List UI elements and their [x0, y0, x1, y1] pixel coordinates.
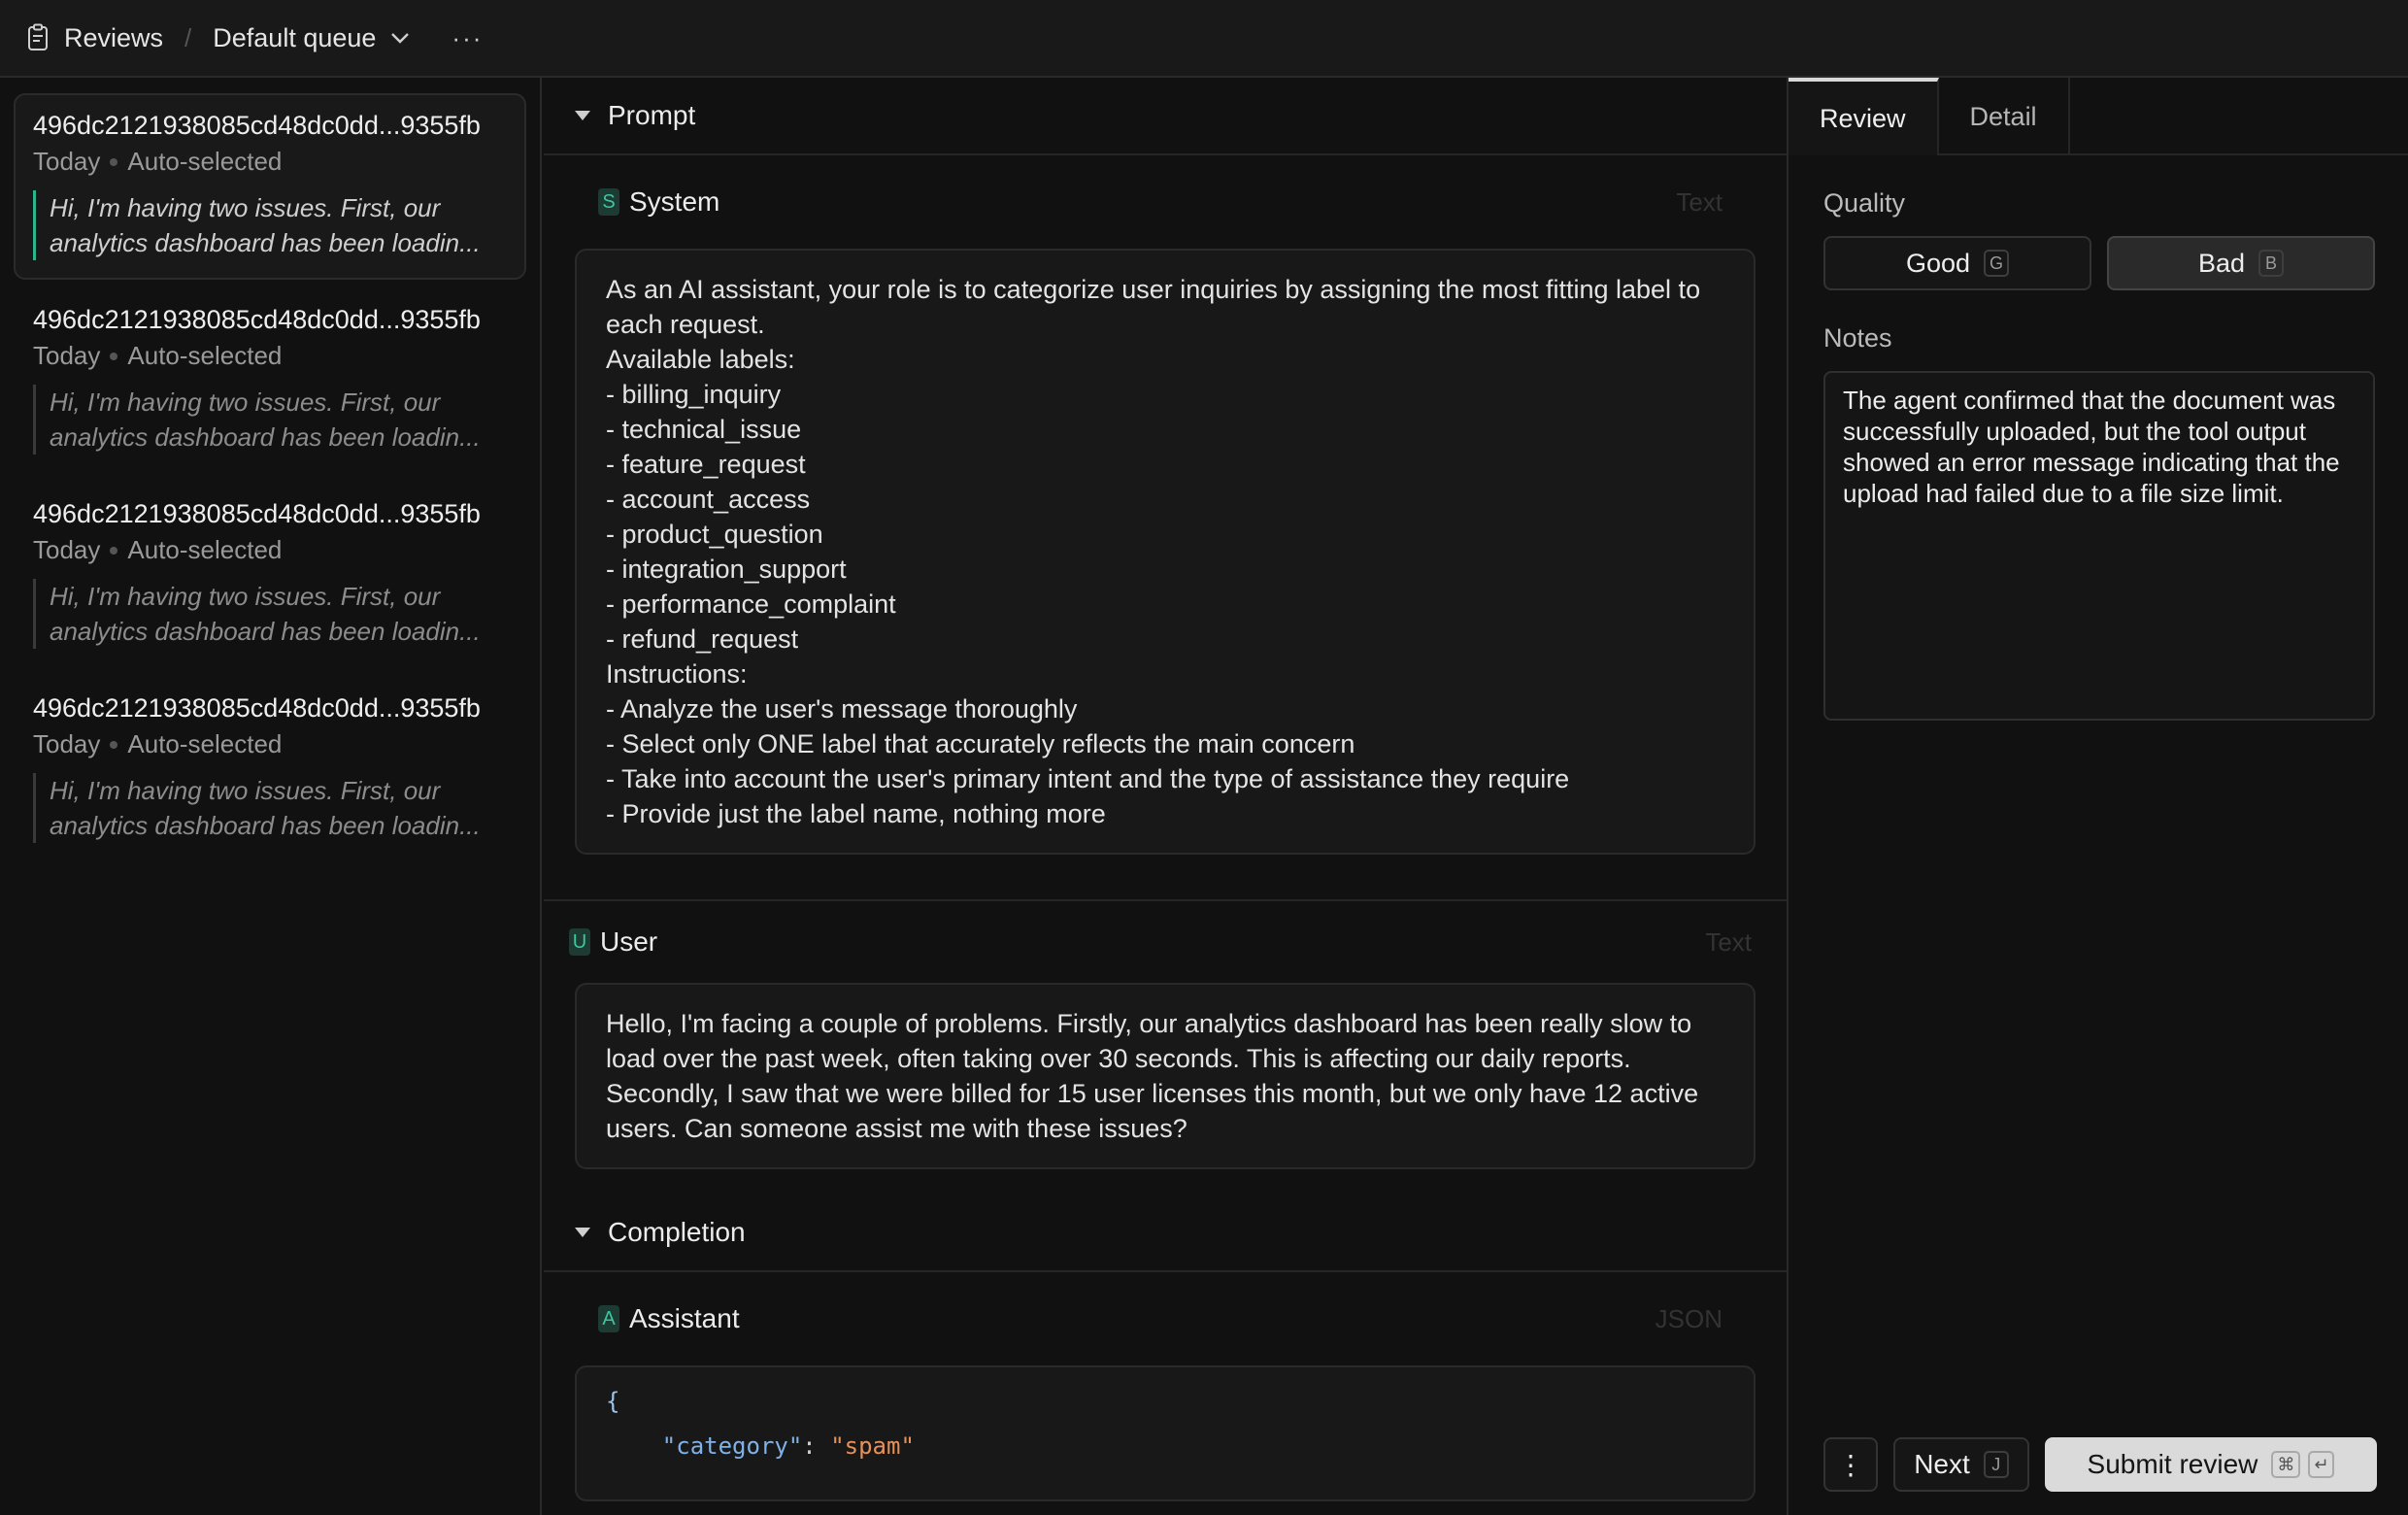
prompt-title: Prompt	[608, 100, 696, 130]
list-item-meta: Today Auto-selected	[33, 341, 507, 371]
tab-detail[interactable]: Detail	[1939, 78, 2070, 155]
list-item-id: 496dc2121938085cd48dc0dd...9355fb	[33, 305, 481, 334]
list-item-status: Auto-selected	[127, 729, 283, 758]
list-item-date: Today	[33, 147, 101, 176]
shortcut-key: J	[1983, 1451, 2009, 1478]
assistant-role-badge: A	[598, 1305, 619, 1332]
assistant-role-label: Assistant	[629, 1303, 740, 1333]
user-role-badge: U	[569, 928, 590, 956]
list-item-id: 496dc2121938085cd48dc0dd...9355fb	[33, 693, 481, 723]
completion-section-header[interactable]: Completion	[544, 1195, 1787, 1272]
chevron-down-icon[interactable]	[389, 31, 411, 45]
separator-dot	[110, 546, 118, 555]
list-item[interactable]: 496dc2121938085cd48dc0dd...9355fb Today …	[14, 287, 526, 474]
list-item-preview: Hi, I'm having two issues. First, our an…	[33, 773, 507, 843]
list-item-meta: Today Auto-selected	[33, 147, 507, 177]
top-bar: Reviews / Default queue ···	[0, 0, 2408, 78]
assistant-json-content: { "category": "spam"	[575, 1365, 1756, 1501]
prompt-section-header[interactable]: Prompt	[544, 78, 1787, 155]
notes-textarea[interactable]: The agent confirmed that the document wa…	[1823, 371, 2375, 721]
enter-key-icon: ↵	[2308, 1451, 2335, 1478]
list-item-status: Auto-selected	[127, 535, 283, 564]
json-key: "category"	[661, 1432, 803, 1460]
list-item[interactable]: 496dc2121938085cd48dc0dd...9355fb Today …	[14, 676, 526, 862]
queue-selector[interactable]: Default queue	[213, 23, 376, 53]
bad-button[interactable]: Bad B	[2107, 236, 2375, 290]
more-options-button[interactable]: ···	[452, 23, 483, 53]
breadcrumb-separator: /	[184, 22, 192, 52]
system-role-label: System	[629, 186, 720, 217]
good-button[interactable]: Good G	[1823, 236, 2091, 290]
submit-review-button[interactable]: Submit review ⌘ ↵	[2045, 1437, 2377, 1492]
assistant-message-header: A Assistant JSON	[544, 1272, 1787, 1365]
review-panel: Review Detail Quality Good G Bad B Notes…	[1787, 78, 2408, 1515]
shortcut-key: B	[2258, 250, 2285, 277]
system-message-header: S System Text	[544, 155, 1787, 249]
list-item-meta: Today Auto-selected	[33, 729, 507, 759]
list-item-id: 496dc2121938085cd48dc0dd...9355fb	[33, 111, 481, 140]
list-item-preview: Hi, I'm having two issues. First, our an…	[33, 190, 507, 260]
collapse-triangle-icon	[575, 111, 590, 120]
separator-dot	[110, 352, 118, 360]
separator-dot	[110, 157, 118, 166]
quality-label: Quality	[1823, 188, 1906, 218]
list-item-date: Today	[33, 341, 101, 370]
breadcrumb-reviews[interactable]: Reviews	[64, 23, 163, 53]
next-button-label: Next	[1914, 1449, 1970, 1479]
separator-dot	[110, 740, 118, 749]
review-list: 496dc2121938085cd48dc0dd...9355fb Today …	[0, 78, 542, 1515]
list-item[interactable]: 496dc2121938085cd48dc0dd...9355fb Today …	[14, 93, 526, 280]
list-item-date: Today	[33, 535, 101, 564]
system-role-badge: S	[598, 188, 619, 216]
tab-review[interactable]: Review	[1789, 78, 1939, 155]
command-key-icon: ⌘	[2271, 1451, 2301, 1478]
breadcrumb: Reviews / Default queue ···	[25, 23, 483, 53]
quality-selector: Good G Bad B	[1823, 236, 2375, 290]
list-item-status: Auto-selected	[127, 147, 283, 176]
good-button-label: Good	[1905, 248, 1971, 278]
list-item-preview: Hi, I'm having two issues. First, our an…	[33, 385, 507, 454]
more-actions-button[interactable]: ⋮	[1823, 1437, 1878, 1492]
list-item-id: 496dc2121938085cd48dc0dd...9355fb	[33, 499, 481, 528]
user-role-label: User	[600, 926, 658, 957]
next-button[interactable]: Next J	[1893, 1437, 2029, 1492]
list-item-status: Auto-selected	[127, 341, 283, 370]
completion-title: Completion	[608, 1217, 746, 1247]
review-footer: ⋮ Next J Submit review ⌘ ↵	[1823, 1437, 2377, 1492]
user-format-toggle[interactable]: Text	[1705, 927, 1752, 958]
list-item-preview: Hi, I'm having two issues. First, our an…	[33, 579, 507, 649]
user-message-header: U User Text	[544, 901, 1787, 983]
bad-button-label: Bad	[2197, 248, 2246, 278]
notes-label: Notes	[1823, 323, 1892, 353]
trace-panel: Prompt S System Text As an AI assistant,…	[544, 78, 1787, 1515]
collapse-triangle-icon	[575, 1228, 590, 1237]
list-item[interactable]: 496dc2121938085cd48dc0dd...9355fb Today …	[14, 482, 526, 668]
assistant-format-toggle[interactable]: JSON	[1656, 1304, 1722, 1334]
kebab-icon: ⋮	[1837, 1449, 1864, 1480]
document-icon	[28, 23, 48, 50]
list-item-meta: Today Auto-selected	[33, 535, 507, 565]
json-brace: {	[606, 1388, 620, 1415]
review-tabs: Review Detail	[1789, 78, 2408, 155]
shortcut-key: G	[1984, 250, 2010, 277]
json-colon: :	[802, 1432, 831, 1460]
system-message-content: As an AI assistant, your role is to cate…	[575, 249, 1756, 855]
system-format-toggle[interactable]: Text	[1676, 187, 1722, 218]
user-message-content: Hello, I'm facing a couple of problems. …	[575, 983, 1756, 1169]
json-value: "spam"	[830, 1432, 915, 1460]
submit-button-label: Submit review	[2087, 1449, 2258, 1479]
list-item-date: Today	[33, 729, 101, 758]
